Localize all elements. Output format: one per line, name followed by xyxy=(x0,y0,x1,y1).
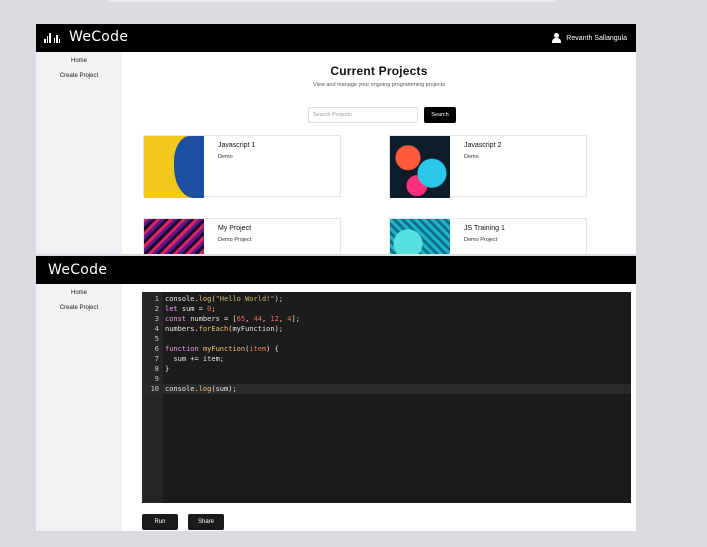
project-title: My Project xyxy=(218,225,252,232)
top-navbar: WeCode Revanth Sallangula xyxy=(36,24,636,52)
sidebar-item-create-project[interactable]: Create Project xyxy=(36,301,122,316)
page-subtitle: View and manage your ongoing programming… xyxy=(313,82,445,88)
line-text: } xyxy=(165,365,170,373)
project-description: Demo xyxy=(464,154,479,160)
code-line[interactable]: 9 xyxy=(142,374,631,384)
project-thumbnail xyxy=(390,219,450,254)
project-thumbnail xyxy=(144,219,204,254)
search-button[interactable]: Search xyxy=(424,107,456,123)
wecode-logo-icon xyxy=(44,33,60,43)
project-card[interactable]: JS Training 1 Demo Project xyxy=(389,218,587,254)
project-title: Javascript 1 xyxy=(218,142,256,149)
line-number: 1 xyxy=(154,295,159,303)
line-number: 6 xyxy=(154,345,159,353)
line-number: 4 xyxy=(154,325,159,333)
project-thumbnail xyxy=(390,136,450,198)
line-number: 3 xyxy=(154,315,159,323)
code-line[interactable]: 8} xyxy=(142,364,631,374)
page-title: Current Projects xyxy=(330,64,428,78)
code-line[interactable]: 2 let sum = 0; xyxy=(142,304,631,314)
line-number: 7 xyxy=(154,355,159,363)
top-navbar: WeCode xyxy=(36,256,636,284)
code-line[interactable]: 5 xyxy=(142,334,631,344)
line-number: 2 xyxy=(154,305,159,313)
run-button[interactable]: Run xyxy=(142,514,178,530)
brand-name[interactable]: WeCode xyxy=(69,29,128,45)
line-text: console.log("Hello World!"); xyxy=(165,295,284,303)
projects-main: Current Projects View and manage your on… xyxy=(122,52,636,254)
projects-screen: WeCode Revanth Sallangula Home Create Pr… xyxy=(36,24,636,254)
line-number: 8 xyxy=(154,365,159,373)
project-description: Demo xyxy=(218,154,233,160)
share-button[interactable]: Share xyxy=(188,514,224,530)
project-title: JS Training 1 xyxy=(464,225,505,232)
line-number: 10 xyxy=(150,385,159,393)
sidebar-item-home[interactable]: Home xyxy=(36,54,122,69)
project-description: Demo Project xyxy=(218,237,252,243)
line-number: 5 xyxy=(154,335,159,343)
code-line[interactable]: 7 sum += item; xyxy=(142,354,631,364)
sidebar: Home Create Project xyxy=(36,284,122,531)
line-text: console.log(sum); xyxy=(165,385,237,393)
project-card[interactable]: Javascript 1 Demo xyxy=(143,135,341,198)
user-icon xyxy=(552,33,562,43)
sidebar: Home Create Project xyxy=(36,52,122,254)
line-text: numbers.forEach(myFunction); xyxy=(165,325,284,333)
user-name: Revanth Sallangula xyxy=(566,34,627,42)
code-line[interactable]: 10 console.log(sum); xyxy=(142,384,631,394)
editor-screen: WeCode Home Create Project 1 console.log(… xyxy=(36,256,636,531)
line-number: 9 xyxy=(154,375,159,383)
line-text: function myFunction(item) { xyxy=(165,345,279,353)
user-menu[interactable]: Revanth Sallangula xyxy=(552,33,627,43)
line-text: let sum = 0; xyxy=(165,305,216,313)
code-line[interactable]: 1 console.log("Hello World!"); xyxy=(142,294,631,304)
project-thumbnail xyxy=(144,136,204,198)
code-editor[interactable]: 1 console.log("Hello World!"); 2 let sum = … xyxy=(142,292,631,503)
background-strip xyxy=(108,0,556,2)
code-line[interactable]: 3 const numbers = [65, 44, 12, 4]; xyxy=(142,314,631,324)
search-input[interactable] xyxy=(308,107,418,123)
project-description: Demo Project xyxy=(464,237,498,243)
sidebar-item-create-project[interactable]: Create Project xyxy=(36,69,122,84)
brand-name[interactable]: WeCode xyxy=(48,262,107,278)
line-text: const numbers = [65, 44, 12, 4]; xyxy=(165,315,300,323)
sidebar-item-home[interactable]: Home xyxy=(36,286,122,301)
project-card[interactable]: Javascript 2 Demo xyxy=(389,135,587,198)
code-line[interactable]: 6 function myFunction(item) { xyxy=(142,344,631,354)
line-text: sum += item; xyxy=(165,355,225,363)
project-title: Javascript 2 xyxy=(464,142,502,149)
code-line[interactable]: 4 numbers.forEach(myFunction); xyxy=(142,324,631,334)
project-card[interactable]: My Project Demo Project xyxy=(143,218,341,254)
